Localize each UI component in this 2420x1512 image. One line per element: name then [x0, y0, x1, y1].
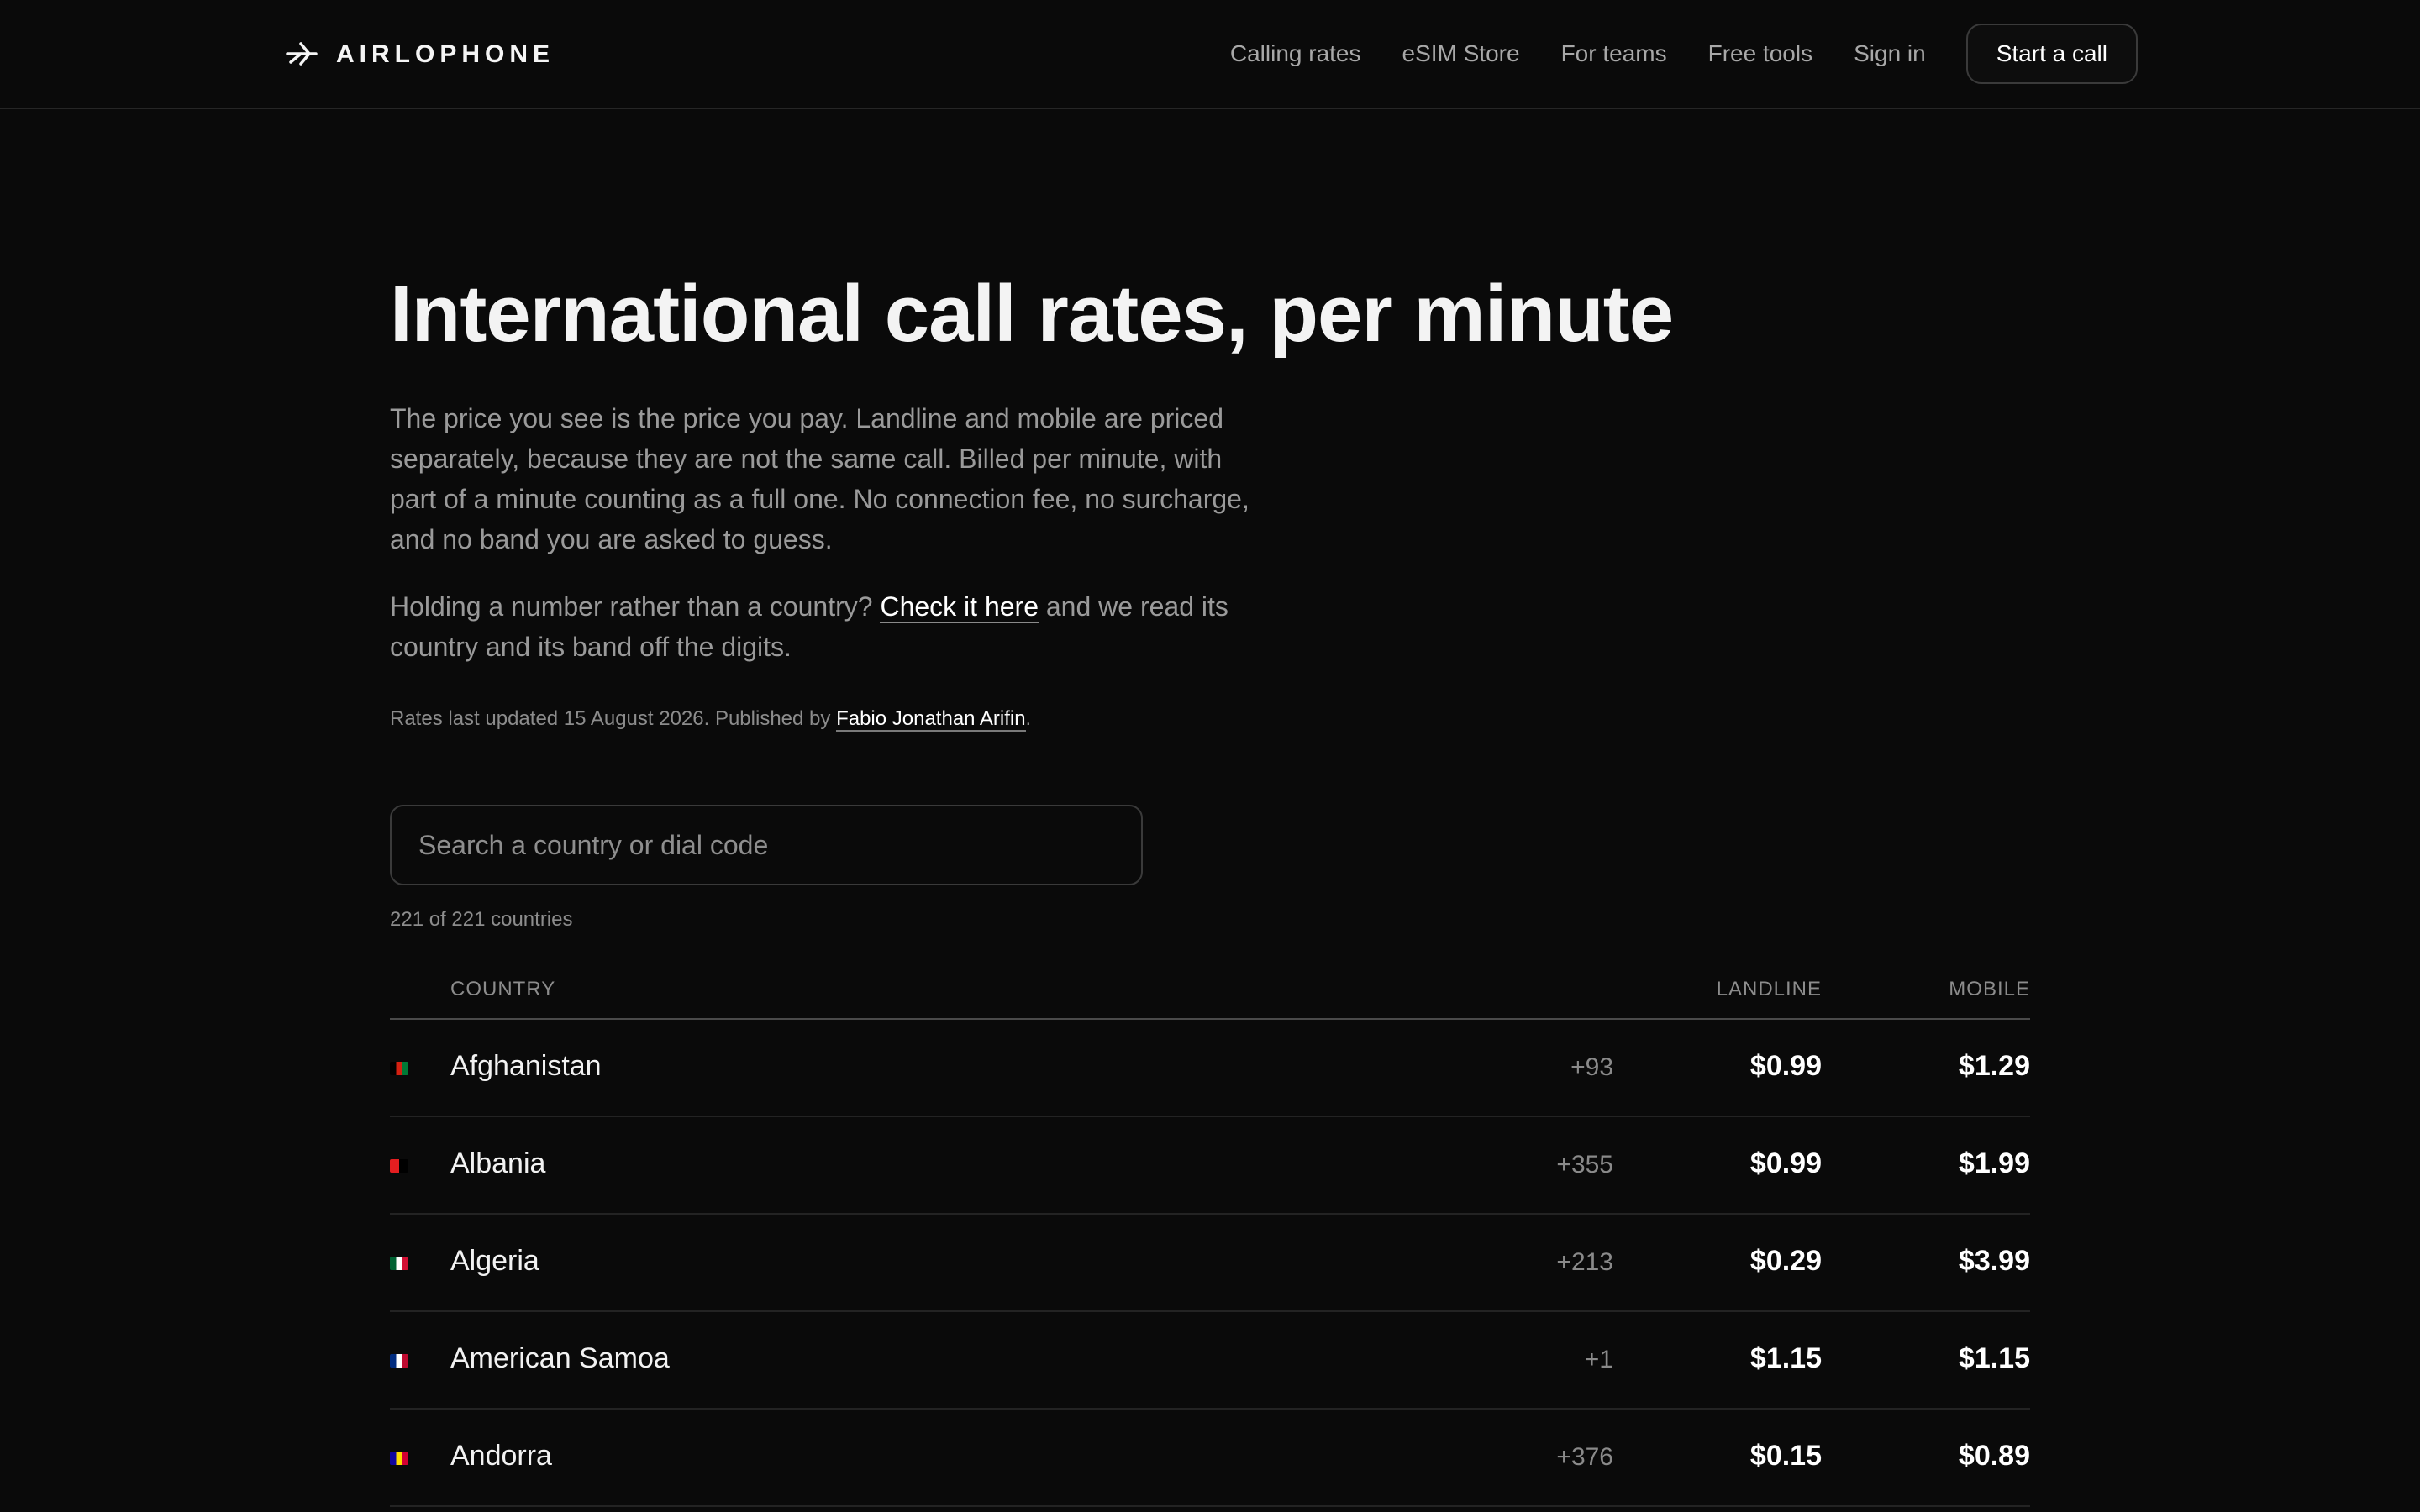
flag-icon — [390, 1062, 408, 1075]
table-header: COUNTRY LANDLINE MOBILE — [390, 964, 2030, 1020]
country-name: American Samoa — [450, 1342, 670, 1374]
mobile-rate: $1.15 — [1958, 1342, 2030, 1374]
nav-free-tools[interactable]: Free tools — [1708, 40, 1813, 67]
page-title: International call rates, per minute — [390, 269, 1674, 359]
flag-icon — [390, 1257, 408, 1270]
dial-code: +93 — [1570, 1053, 1613, 1081]
table-row[interactable]: Algeria +213 $0.29 $3.99 — [390, 1215, 2030, 1312]
table-row[interactable]: Albania +355 $0.99 $1.99 — [390, 1117, 2030, 1215]
table-row[interactable]: Andorra +376 $0.15 $0.89 — [390, 1410, 2030, 1507]
plane-logo-icon — [284, 37, 319, 72]
brand-logo[interactable]: AIRLOPHONE — [284, 37, 555, 72]
country-name: Algeria — [450, 1245, 539, 1277]
meta-prefix: Rates last updated 15 August 2026. Publi… — [390, 707, 831, 730]
mobile-rate: $1.99 — [1958, 1147, 2030, 1179]
lookup-paragraph: Holding a number rather than a country? … — [390, 586, 1264, 667]
column-header-mobile: MOBILE — [1949, 978, 2030, 1000]
mobile-rate: $1.29 — [1958, 1050, 2030, 1082]
country-name: Afghanistan — [450, 1050, 602, 1082]
mobile-rate: $3.99 — [1958, 1245, 2030, 1277]
column-header-landline: LANDLINE — [1716, 978, 1822, 1000]
landline-rate: $0.99 — [1749, 1147, 1822, 1179]
intro-paragraph: The price you see is the price you pay. … — [390, 403, 1249, 554]
main-nav: Calling rates eSIM Store For teams Free … — [1230, 24, 2138, 84]
landline-rate: $0.99 — [1749, 1050, 1822, 1082]
flag-icon — [390, 1159, 408, 1173]
results-count: 221 of 221 countries — [390, 908, 573, 931]
dial-code: +1 — [1584, 1346, 1613, 1373]
table-row[interactable]: Afghanistan +93 $0.99 $1.29 — [390, 1020, 2030, 1117]
dial-code: +213 — [1556, 1248, 1613, 1276]
brand-name: AIRLOPHONE — [336, 40, 555, 68]
mobile-rate: $0.89 — [1958, 1440, 2030, 1472]
rates-table: COUNTRY LANDLINE MOBILE Afghanistan +93 … — [390, 964, 2030, 1507]
flag-icon — [390, 1452, 408, 1465]
author-link[interactable]: Fabio Jonathan Arifin — [836, 707, 1026, 732]
dial-code: +376 — [1556, 1443, 1613, 1471]
check-number-link[interactable]: Check it here — [880, 591, 1039, 623]
country-name: Andorra — [450, 1440, 552, 1472]
top-navigation-bar: AIRLOPHONE Calling rates eSIM Store For … — [0, 0, 2420, 109]
table-row[interactable]: American Samoa +1 $1.15 $1.15 — [390, 1312, 2030, 1410]
start-call-button[interactable]: Start a call — [1965, 24, 2138, 84]
meta-suffix: . — [1025, 707, 1032, 730]
nav-esim-store[interactable]: eSIM Store — [1402, 40, 1520, 67]
flag-icon — [390, 1354, 408, 1368]
nav-calling-rates[interactable]: Calling rates — [1230, 40, 1361, 67]
country-name: Albania — [450, 1147, 546, 1179]
landline-rate: $0.29 — [1749, 1245, 1822, 1277]
lookup-prefix: Holding a number rather than a country? — [390, 591, 873, 622]
dial-code: +355 — [1556, 1151, 1613, 1179]
landline-rate: $0.15 — [1749, 1440, 1822, 1472]
country-search-input[interactable] — [390, 805, 1143, 885]
landline-rate: $1.15 — [1749, 1342, 1822, 1374]
column-header-country: COUNTRY — [450, 978, 556, 1000]
rates-updated-note: Rates last updated 15 August 2026. Publi… — [390, 707, 1032, 732]
nav-for-teams[interactable]: For teams — [1561, 40, 1667, 67]
nav-sign-in[interactable]: Sign in — [1854, 40, 1926, 67]
